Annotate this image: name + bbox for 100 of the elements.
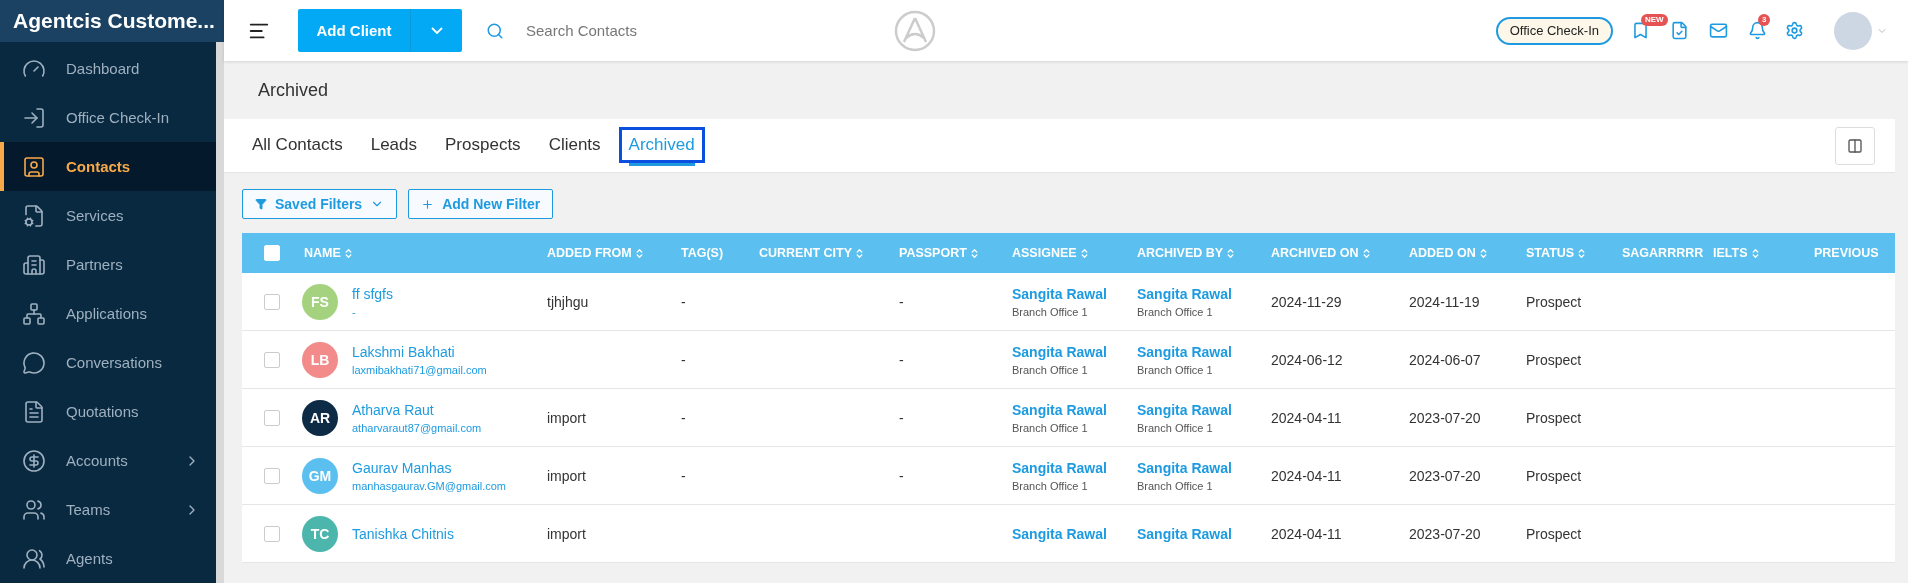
table-cell-text: 2024-06-12 [1270, 351, 1344, 368]
column-header[interactable]: NAME [302, 246, 545, 260]
plus-icon [421, 197, 435, 211]
table-cell-text: 2024-11-19 [1408, 293, 1481, 310]
contact-name-link[interactable]: Tanishka Chitnis [352, 525, 454, 542]
row-checkbox[interactable] [264, 351, 280, 368]
column-header[interactable]: CURRENT CITY [757, 246, 897, 260]
tab[interactable]: Archived [618, 127, 705, 163]
row-checkbox[interactable] [264, 409, 280, 426]
column-header[interactable]: ARCHIVED BY [1135, 246, 1269, 260]
table-cell-text: 2023-07-20 [1408, 467, 1482, 484]
contact-email: - [352, 305, 357, 318]
tab[interactable]: Leads [360, 127, 428, 163]
person-link[interactable]: Sangita Rawal [1137, 343, 1269, 360]
filter-icon [255, 198, 267, 210]
tab[interactable]: Clients [538, 127, 611, 163]
document-gear-icon [22, 203, 46, 228]
column-header[interactable]: IELTS [1711, 246, 1812, 260]
column-header[interactable]: ADDED ON [1407, 246, 1524, 260]
table-cell-text: import [546, 467, 587, 484]
initials-avatar: TC [302, 515, 338, 552]
settings-icon[interactable] [1785, 21, 1804, 40]
contact-name-link[interactable]: Gaurav Manhas [352, 459, 507, 476]
people-icon [22, 497, 46, 522]
sidebar-item[interactable]: Applications [0, 289, 216, 338]
bell-icon[interactable] [1748, 21, 1767, 40]
tab[interactable]: Prospects [435, 127, 531, 163]
sidebar-item[interactable]: Office Check-In [0, 93, 216, 142]
column-header[interactable]: STATUS [1524, 246, 1620, 260]
table-cell-text: - [680, 409, 687, 426]
tab[interactable]: All Contacts [242, 127, 353, 163]
person-link[interactable]: Sangita Rawal [1137, 459, 1269, 476]
select-all-checkbox[interactable] [264, 245, 280, 261]
branch-label: Branch Office 1 [1012, 363, 1089, 376]
row-checkbox[interactable] [264, 525, 280, 542]
person-link[interactable]: Sangita Rawal [1012, 459, 1135, 476]
saved-filters-button[interactable]: Saved Filters [242, 189, 398, 219]
branch-label: Branch Office 1 [1137, 421, 1214, 434]
table-cell-text: 2024-04-11 [1270, 525, 1343, 542]
sidebar-item[interactable]: Conversations [0, 338, 216, 387]
column-header[interactable]: ASSIGNEE [1010, 246, 1135, 260]
group-icon [22, 546, 46, 571]
table-cell-text: - [898, 351, 905, 368]
column-header: PREVIOUS [1813, 246, 1880, 260]
app-title: Agentcis Custome... [0, 0, 224, 42]
column-header[interactable]: ADDED FROM [545, 246, 679, 260]
contact-name-link[interactable]: Atharva Raut [352, 401, 482, 418]
table-cell-text: - [898, 293, 905, 310]
table-cell-text: tjhjhgu [546, 293, 590, 310]
table-cell-text: import [546, 409, 587, 426]
contact-name-link[interactable]: ff sfgfs [352, 285, 393, 302]
person-link[interactable]: Sangita Rawal [1012, 285, 1135, 302]
dollar-icon [22, 448, 46, 473]
person-link[interactable]: Sangita Rawal [1137, 401, 1269, 418]
branch-label: Branch Office 1 [1137, 479, 1214, 492]
table-cell-text: 2023-07-20 [1408, 409, 1482, 426]
add-filter-button[interactable]: Add New Filter [408, 189, 554, 219]
contact-name-link[interactable]: Lakshmi Bakhati [352, 343, 487, 360]
sidebar-item[interactable]: Partners [0, 240, 216, 289]
contact-email: laxmibakhati71@gmail.com [352, 363, 487, 376]
contact-email: atharvaraut87@gmail.com [352, 421, 482, 434]
branch-label: Branch Office 1 [1137, 363, 1214, 376]
new-badge: NEW [1641, 14, 1668, 26]
caret-icon [430, 27, 443, 34]
office-check-in-button[interactable]: Office Check-In [1495, 16, 1613, 45]
table-cell-text: - [898, 467, 905, 484]
person-link[interactable]: Sangita Rawal [1137, 285, 1269, 302]
table-cell-text: Prospect [1525, 351, 1583, 368]
add-client-button[interactable]: Add Client [298, 9, 462, 52]
branch-label: Branch Office 1 [1012, 421, 1089, 434]
column-header: SAGARRRRR [1621, 246, 1705, 260]
logo-icon [893, 9, 936, 52]
row-checkbox[interactable] [264, 467, 280, 484]
person-link[interactable]: Sangita Rawal [1012, 343, 1135, 360]
column-header[interactable]: PASSPORT [897, 246, 1010, 260]
row-checkbox[interactable] [264, 293, 280, 310]
document-check-icon[interactable] [1670, 21, 1689, 40]
mail-icon[interactable] [1709, 21, 1728, 40]
sidebar-item[interactable]: Quotations [0, 387, 216, 436]
columns-button[interactable] [1835, 126, 1875, 165]
person-link[interactable]: Sangita Rawal [1137, 525, 1269, 542]
sidebar-item[interactable]: Contacts [0, 142, 216, 191]
table-cell-text: 2023-07-20 [1408, 525, 1482, 542]
building-icon [22, 252, 46, 277]
branch-label: Branch Office 1 [1012, 305, 1089, 318]
sidebar-item[interactable]: Services [0, 191, 216, 240]
table-cell-text: 2024-11-29 [1270, 293, 1343, 310]
column-header[interactable]: ARCHIVED ON [1269, 246, 1407, 260]
sidebar-item[interactable]: Agents [0, 534, 216, 583]
person-link[interactable]: Sangita Rawal [1012, 401, 1135, 418]
initials-avatar: AR [302, 399, 338, 436]
bookmark-icon[interactable] [1631, 21, 1650, 40]
sidebar-item[interactable]: Teams [0, 485, 216, 534]
user-avatar[interactable] [1834, 11, 1872, 50]
chat-icon [22, 350, 46, 375]
sidebar-item[interactable]: Dashboard [0, 44, 216, 93]
sidebar-item[interactable]: Accounts [0, 436, 216, 485]
table-cell-text: - [898, 409, 905, 426]
person-link[interactable]: Sangita Rawal [1012, 525, 1135, 542]
branch-label: Branch Office 1 [1137, 305, 1214, 318]
